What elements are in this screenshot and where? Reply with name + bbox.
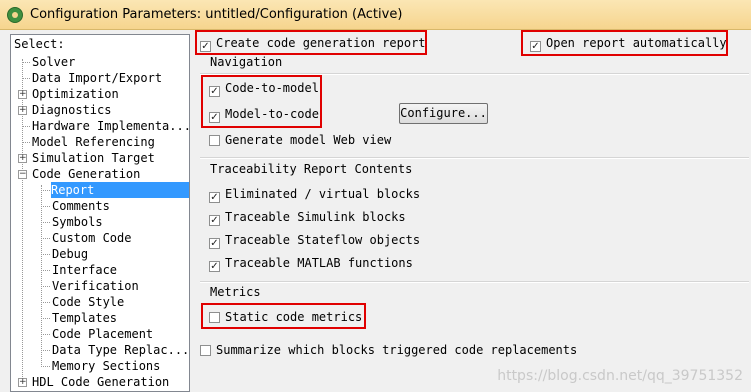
- expand-icon[interactable]: +: [18, 90, 27, 99]
- tree-item-hdl-code-generation[interactable]: HDL Code Generation: [32, 374, 169, 390]
- title-bar: Configuration Parameters: untitled/Confi…: [0, 0, 751, 30]
- tree-item-symbols[interactable]: Symbols: [52, 214, 103, 230]
- tree-header: Select:: [14, 37, 65, 51]
- group-divider: [200, 157, 749, 159]
- group-divider: [200, 281, 749, 283]
- tree-item-solver[interactable]: Solver: [32, 54, 75, 70]
- tree-item-report[interactable]: Report: [51, 182, 189, 198]
- summarize-replacements-checkbox[interactable]: [200, 345, 211, 356]
- tree-connector-child: [41, 185, 42, 365]
- tree-item-diagnostics[interactable]: Diagnostics: [32, 102, 111, 118]
- stateflow-objects-label: Traceable Stateflow objects: [225, 233, 421, 247]
- web-view-option[interactable]: Generate model Web view: [209, 132, 391, 148]
- window-title: Configuration Parameters: untitled/Confi…: [30, 7, 403, 22]
- category-tree[interactable]: Select: Solver Data Import/Export + Opti…: [10, 34, 190, 392]
- simulink-blocks-label: Traceable Simulink blocks: [225, 210, 406, 224]
- tree-item-debug[interactable]: Debug: [52, 246, 88, 262]
- summarize-replacements-label: Summarize which blocks triggered code re…: [216, 343, 578, 357]
- matlab-functions-label: Traceable MATLAB functions: [225, 256, 413, 270]
- web-view-label: Generate model Web view: [225, 133, 392, 147]
- tree-item-code-placement[interactable]: Code Placement: [52, 326, 153, 342]
- matlab-functions-checkbox[interactable]: ✓: [209, 261, 220, 272]
- tree-item-data-type-replacement[interactable]: Data Type Replac...: [52, 342, 189, 358]
- stateflow-objects-checkbox[interactable]: ✓: [209, 238, 220, 249]
- matlab-functions-option[interactable]: ✓ Traceable MATLAB functions: [209, 255, 413, 272]
- expand-icon[interactable]: +: [18, 378, 27, 387]
- tree-item-hardware[interactable]: Hardware Implementa...: [32, 118, 189, 134]
- highlight-box: [201, 75, 322, 128]
- eliminated-blocks-checkbox[interactable]: ✓: [209, 192, 220, 203]
- stateflow-objects-option[interactable]: ✓ Traceable Stateflow objects: [209, 232, 421, 249]
- tree-item-memory-sections[interactable]: Memory Sections: [52, 358, 160, 374]
- tree-item-custom-code[interactable]: Custom Code: [52, 230, 131, 246]
- watermark: https://blog.csdn.net/qq_39751352: [497, 368, 743, 384]
- highlight-box: [521, 30, 728, 56]
- simulink-blocks-checkbox[interactable]: ✓: [209, 215, 220, 226]
- summarize-replacements-option[interactable]: Summarize which blocks triggered code re…: [200, 342, 577, 358]
- traceability-group-title: Traceability Report Contents: [210, 162, 413, 176]
- highlight-box: [201, 303, 366, 329]
- collapse-icon[interactable]: −: [18, 170, 27, 179]
- eliminated-blocks-label: Eliminated / virtual blocks: [225, 187, 421, 201]
- tree-item-interface[interactable]: Interface: [52, 262, 117, 278]
- simulink-blocks-option[interactable]: ✓ Traceable Simulink blocks: [209, 209, 406, 226]
- tree-item-optimization[interactable]: Optimization: [32, 86, 119, 102]
- tree-item-code-generation[interactable]: Code Generation: [32, 166, 140, 182]
- tree-item-comments[interactable]: Comments: [52, 198, 110, 214]
- configure-button[interactable]: Configure...: [399, 103, 488, 124]
- metrics-group-title: Metrics: [210, 285, 261, 299]
- tree-item-simulation-target[interactable]: Simulation Target: [32, 150, 155, 166]
- eliminated-blocks-option[interactable]: ✓ Eliminated / virtual blocks: [209, 186, 421, 203]
- tree-item-templates[interactable]: Templates: [52, 310, 117, 326]
- navigation-group-title: Navigation: [210, 55, 283, 69]
- tree-item-model-referencing[interactable]: Model Referencing: [32, 134, 155, 150]
- tree-item-verification[interactable]: Verification: [52, 278, 139, 294]
- web-view-checkbox[interactable]: [209, 135, 220, 146]
- expand-icon[interactable]: +: [18, 154, 27, 163]
- matlab-gear-icon: [7, 7, 23, 23]
- expand-icon[interactable]: +: [18, 106, 27, 115]
- tree-item-data-import[interactable]: Data Import/Export: [32, 70, 162, 86]
- tree-item-code-style[interactable]: Code Style: [52, 294, 124, 310]
- highlight-box: [195, 30, 427, 55]
